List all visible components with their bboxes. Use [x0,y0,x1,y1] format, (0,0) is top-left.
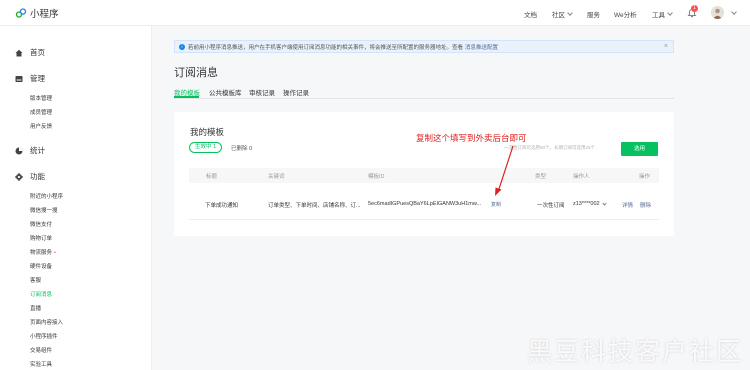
info-icon: i [179,43,185,50]
sidebar-item-orders[interactable]: 购物订单 [30,234,52,242]
filter-deleted[interactable]: 已删除 0 [231,144,252,152]
annotation-text: 复制这个填写到外卖后台即可 [416,133,527,143]
tab-operation-records[interactable]: 操作记录 [283,87,309,97]
row-operator[interactable]: z13****002 [573,201,607,207]
th-type: 类型 [535,174,547,180]
top-bar: 小程序 文档 社区 服务 We分析 工具 1 [0,0,750,26]
chevron-down-icon [667,10,673,16]
sidebar-section-manage-label: 管理 [30,74,45,83]
sidebar-section-manage[interactable]: 管理 [15,73,45,84]
card-title: 我的模板 [190,127,225,137]
nav-community-label: 社区 [552,12,565,19]
tab-review-records[interactable]: 审核记录 [249,87,275,97]
sidebar-item-logistics[interactable]: 物流服务 • [30,248,56,256]
close-icon[interactable]: × [664,43,668,50]
avatar-image [711,6,724,19]
nav-community[interactable]: 社区 [552,9,573,19]
copy-template-id-link[interactable]: 复制 [491,201,501,208]
sidebar-item-live[interactable]: 直播 [30,304,41,312]
chevron-down-icon[interactable] [731,9,737,15]
sidebar-item-feedback[interactable]: 用户反馈 [30,122,52,130]
manage-icon [15,75,23,82]
stats-icon [15,147,23,154]
templates-card: 我的模板 生效中 1 已删除 0 一次性订阅可选用50个，长期订阅可选用25个 … [174,112,674,236]
notice-text: 若前用小程序消息推送，用户在手机客户端使用订阅消息功能的相关事件，将会推送至所配… [188,44,464,51]
notice-link[interactable]: 消息推送配置 [465,43,498,51]
features-icon [15,172,23,181]
sidebar-item-customer-service[interactable]: 客服 [30,276,41,284]
filter-active[interactable]: 生效中 1 [189,142,223,153]
row-type: 一次性订阅 [537,203,565,209]
detail-link[interactable]: 详情 [622,201,633,209]
th-template-id: 模板ID [368,174,385,180]
chevron-down-icon [567,10,573,16]
nav-service[interactable]: 服务 [587,9,600,19]
sidebar-item-content[interactable]: 页面内容接入 [30,318,63,326]
sidebar-section-stats-label: 统计 [30,146,45,155]
row-template-id: 5ec6madIGPuesQBaY6LpEIGANW3uH1mw... [368,201,482,207]
avatar[interactable] [711,6,724,19]
sidebar-item-hardware[interactable]: 硬件设备 [30,262,52,270]
select-template-button[interactable]: 选用 [621,142,658,156]
sidebar-section-stats[interactable]: 统计 [15,145,45,156]
sidebar-item-version[interactable]: 版本管理 [30,94,52,102]
sidebar-item-trade[interactable]: 交易组件 [30,346,52,354]
mini-program-logo-icon [15,8,27,18]
limit-hint: 一次性订阅可选用50个，长期订阅可选用25个 [504,145,596,150]
sidebar-item-experiment[interactable]: 实验工具 [30,360,52,368]
sidebar-item-home[interactable]: 首页 [15,47,45,58]
row-operator-label: z13****002 [573,201,600,207]
nav-we-analytics[interactable]: We分析 [614,9,637,19]
logo[interactable]: 小程序 [15,6,59,20]
th-operator: 操作人 [573,174,590,180]
delete-link[interactable]: 删除 [640,201,651,209]
th-keywords: 关键词 [268,174,285,180]
sidebar-section-features-label: 功能 [30,172,45,181]
sidebar-item-pay[interactable]: 微信支付 [30,220,52,228]
row-title: 下单成功通知 [205,203,239,209]
sidebar: 首页 管理 版本管理 成员管理 用户反馈 统计 功能 附近的小程序 微信搜一搜 … [0,26,152,370]
page-title: 订阅消息 [174,67,218,79]
nav-tools-label: 工具 [652,12,665,19]
sidebar-item-nearby[interactable]: 附近的小程序 [30,192,63,200]
th-title: 标题 [206,174,218,180]
nav-tools[interactable]: 工具 [652,9,673,19]
app-title: 小程序 [30,9,59,20]
sidebar-item-members[interactable]: 成员管理 [30,108,52,116]
notice-bar: i 若前用小程序消息推送，用户在手机客户端使用订阅消息功能的相关事件，将会推送至… [174,40,674,53]
table-header: 标题 关键词 模板ID 类型 操作人 操作 [189,168,659,183]
tab-public-library[interactable]: 公共模板库 [209,87,242,97]
th-actions: 操作 [639,174,651,180]
watermark: 黑豆科技客户社区 [527,337,744,366]
table-row: 下单成功通知 订单类型、下单时间、店铺名称、订... 5ec6madIGPues… [189,190,659,220]
sidebar-item-plugins[interactable]: 小程序插件 [30,332,58,340]
sidebar-section-features[interactable]: 功能 [15,171,45,182]
tab-active-indicator [174,96,199,98]
home-icon [15,49,23,56]
row-keywords: 订单类型、下单时间、店铺名称、订... [268,203,361,209]
sidebar-item-logistics-label: 物流服务 [30,250,53,256]
sidebar-item-search[interactable]: 微信搜一搜 [30,206,58,214]
notification-badge: 1 [691,5,698,12]
nav-docs[interactable]: 文档 [524,9,537,19]
sidebar-item-home-label: 首页 [30,48,45,57]
new-dot: • [54,250,56,256]
sidebar-item-subscribe[interactable]: 订阅消息 [30,290,52,298]
chevron-down-icon [601,201,607,206]
tab-bar: 我的模板 公共模板库 审核记录 操作记录 [174,86,674,99]
